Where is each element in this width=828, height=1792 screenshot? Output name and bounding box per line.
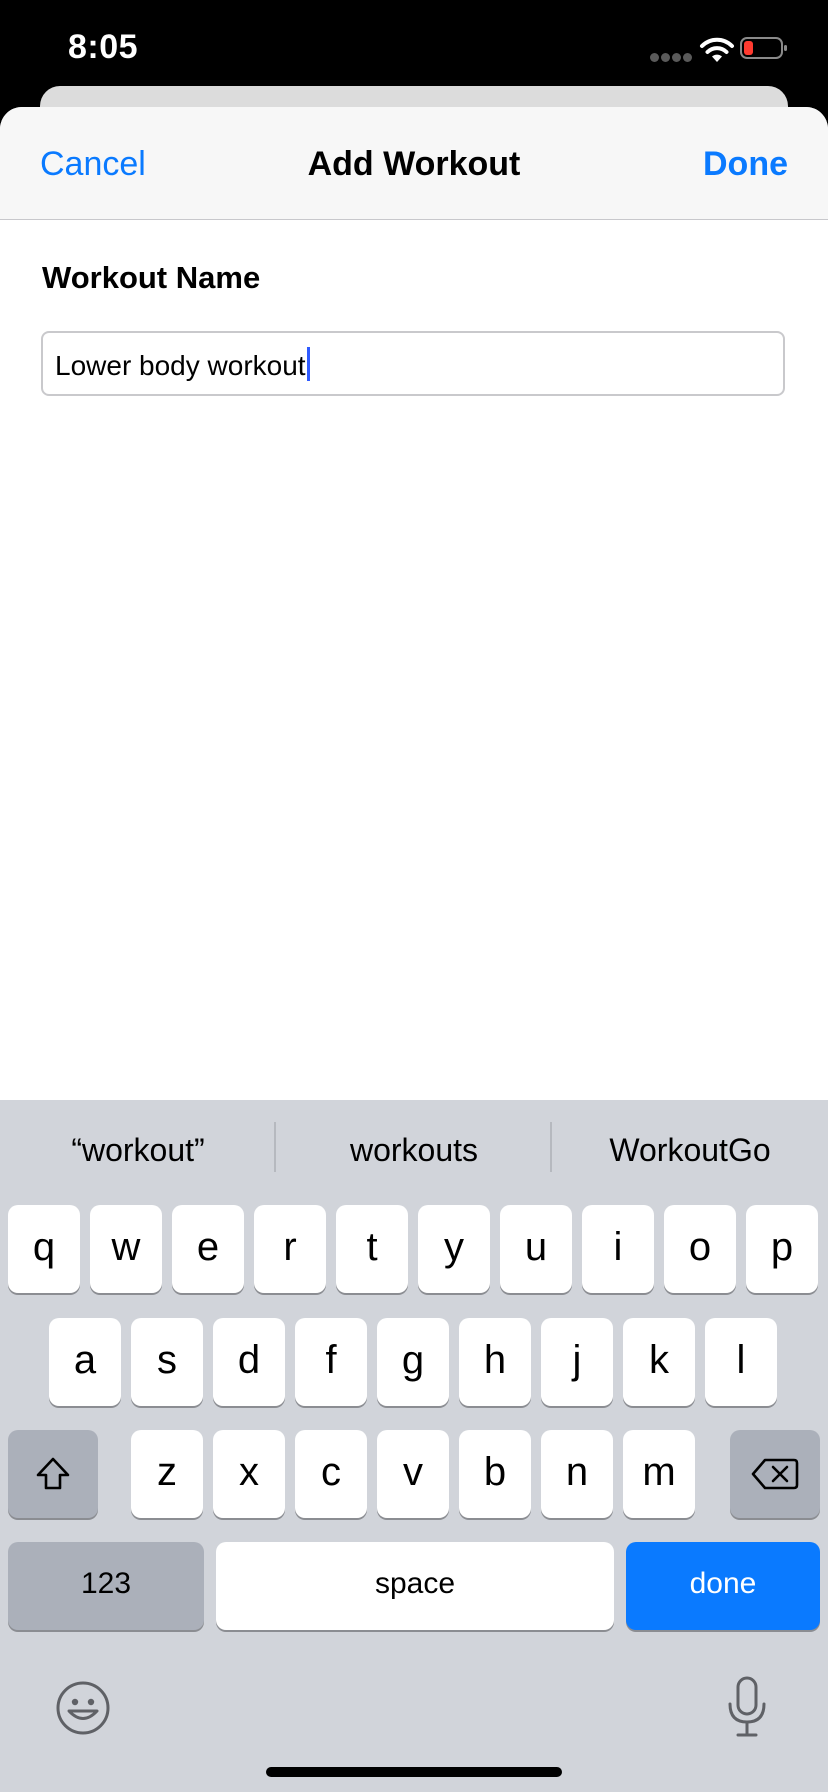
key-z[interactable]: z [131, 1430, 203, 1518]
key-y[interactable]: y [418, 1205, 490, 1293]
key-c[interactable]: c [295, 1430, 367, 1518]
battery-icon [740, 37, 787, 59]
workout-name-text: Lower body workout [55, 350, 306, 381]
key-a[interactable]: a [49, 1318, 121, 1406]
key-x[interactable]: x [213, 1430, 285, 1518]
suggestion-1[interactable]: “workout” [0, 1132, 276, 1169]
key-r[interactable]: r [254, 1205, 326, 1293]
shift-icon [36, 1458, 70, 1490]
delete-icon [751, 1459, 799, 1490]
cellular-signal-icon [650, 53, 692, 63]
workout-name-input[interactable]: Lower body workout [41, 331, 785, 396]
space-key[interactable]: space [216, 1542, 614, 1630]
key-v[interactable]: v [377, 1430, 449, 1518]
key-o[interactable]: o [664, 1205, 736, 1293]
key-f[interactable]: f [295, 1318, 367, 1406]
navigation-bar: Cancel Add Workout Done [0, 107, 828, 220]
status-time: 8:05 [68, 28, 139, 66]
key-g[interactable]: g [377, 1318, 449, 1406]
key-u[interactable]: u [500, 1205, 572, 1293]
delete-key[interactable] [730, 1430, 820, 1518]
screen: 8:05 Cancel Add Workout Done Workout Nam… [0, 0, 828, 1792]
key-b[interactable]: b [459, 1430, 531, 1518]
suggestion-2[interactable]: workouts [276, 1132, 552, 1169]
key-q[interactable]: q [8, 1205, 80, 1293]
key-h[interactable]: h [459, 1318, 531, 1406]
key-k[interactable]: k [623, 1318, 695, 1406]
home-indicator[interactable] [266, 1767, 562, 1777]
key-i[interactable]: i [582, 1205, 654, 1293]
shift-key[interactable] [8, 1430, 98, 1518]
emoji-icon[interactable] [55, 1680, 111, 1736]
status-bar: 8:05 [0, 0, 828, 100]
key-d[interactable]: d [213, 1318, 285, 1406]
microphone-icon[interactable] [726, 1676, 768, 1738]
key-e[interactable]: e [172, 1205, 244, 1293]
key-j[interactable]: j [541, 1318, 613, 1406]
done-key[interactable]: done [626, 1542, 820, 1630]
suggestion-3[interactable]: WorkoutGo [552, 1132, 828, 1169]
keyboard: “workout” workouts WorkoutGo q w e r t y… [0, 1100, 828, 1792]
key-l[interactable]: l [705, 1318, 777, 1406]
key-m[interactable]: m [623, 1430, 695, 1518]
key-w[interactable]: w [90, 1205, 162, 1293]
workout-name-label: Workout Name [42, 260, 261, 295]
key-p[interactable]: p [746, 1205, 818, 1293]
wifi-icon [700, 37, 734, 62]
done-button[interactable]: Done [703, 145, 788, 184]
key-s[interactable]: s [131, 1318, 203, 1406]
numbers-key[interactable]: 123 [8, 1542, 204, 1630]
key-t[interactable]: t [336, 1205, 408, 1293]
suggestion-bar: “workout” workouts WorkoutGo [0, 1100, 828, 1200]
workout-name-value: Lower body workout [55, 347, 310, 382]
text-cursor [306, 347, 310, 381]
key-n[interactable]: n [541, 1430, 613, 1518]
